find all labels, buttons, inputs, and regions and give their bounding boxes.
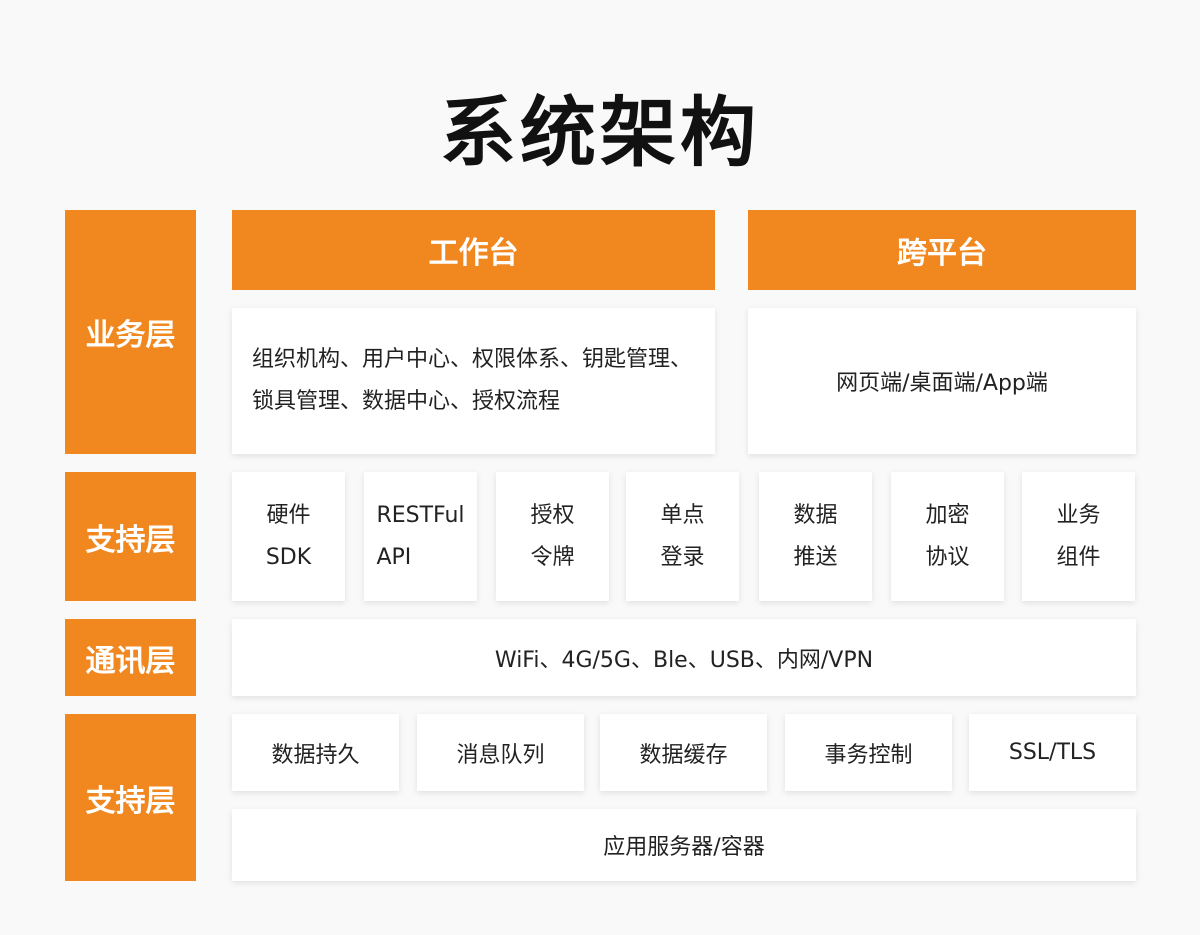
crossplatform-card: 网页端/桌面端/App端 (748, 308, 1136, 454)
support-cell: 授权 令牌 (496, 472, 609, 601)
crossplatform-text: 网页端/桌面端/App端 (836, 371, 1048, 396)
workbench-card: 组织机构、用户中心、权限体系、钥匙管理、 锁具管理、数据中心、授权流程 (232, 308, 715, 454)
layer-label-support-2: 支持层 (65, 714, 196, 881)
layer-label-communication: 通讯层 (65, 619, 196, 696)
support-cell: 加密 协议 (891, 472, 1004, 601)
server-card: 应用服务器/容器 (232, 809, 1136, 881)
infra-cell-label: 消息队列 (456, 742, 545, 768)
infra-cell-label: 事务控制 (824, 742, 913, 768)
infra-cell: 事务控制 (785, 714, 952, 791)
workbench-modules-line-1: 组织机构、用户中心、权限体系、钥匙管理、 (252, 347, 693, 372)
support-cell-line-1: 加密 (925, 502, 970, 528)
infra-cell-label: 数据持久 (271, 742, 360, 768)
support-cell-line-1: 硬件 (266, 502, 311, 528)
infra-cell-label: 数据缓存 (639, 742, 728, 768)
support-cell: 硬件 SDK (232, 472, 345, 601)
page-title: 系统架构 (440, 88, 760, 177)
support-cell: RESTFul API (364, 472, 477, 601)
infra-cell: SSL/TLS (969, 714, 1136, 791)
support-cell-line-2: 协议 (925, 544, 970, 570)
support-cell: 单点 登录 (626, 472, 739, 601)
support-cell: 数据 推送 (759, 472, 872, 601)
support-cell-line-2: 推送 (793, 544, 838, 570)
support-cell-line-1: 授权 (530, 502, 575, 528)
support-cell-line-1: RESTFul (376, 502, 465, 528)
infra-cell: 消息队列 (417, 714, 584, 791)
layer-label-business: 业务层 (65, 210, 196, 454)
support-cell-line-1: 单点 (660, 502, 705, 528)
workbench-modules-line-2: 锁具管理、数据中心、授权流程 (252, 389, 561, 414)
support-cell: 业务 组件 (1022, 472, 1135, 601)
workbench-header: 工作台 (232, 210, 715, 290)
infra-cell-label: SSL/TLS (1008, 740, 1097, 765)
support-cell-line-2: API (376, 544, 412, 570)
infra-cell: 数据缓存 (600, 714, 767, 791)
crossplatform-header: 跨平台 (748, 210, 1136, 290)
support-cell-line-2: 组件 (1056, 544, 1101, 570)
support-cell-line-1: 数据 (793, 502, 838, 528)
support-cell-line-1: 业务 (1056, 502, 1101, 528)
support-cell-line-2: 登录 (660, 544, 705, 570)
support-cell-line-2: 令牌 (530, 544, 575, 570)
server-text: 应用服务器/容器 (603, 835, 765, 860)
communication-card: WiFi、4G/5G、Ble、USB、内网/VPN (232, 619, 1136, 696)
layer-label-support-1: 支持层 (65, 472, 196, 601)
infra-cell: 数据持久 (232, 714, 399, 791)
support-cell-line-2: SDK (265, 544, 312, 570)
communication-text: WiFi、4G/5G、Ble、USB、内网/VPN (494, 647, 874, 673)
